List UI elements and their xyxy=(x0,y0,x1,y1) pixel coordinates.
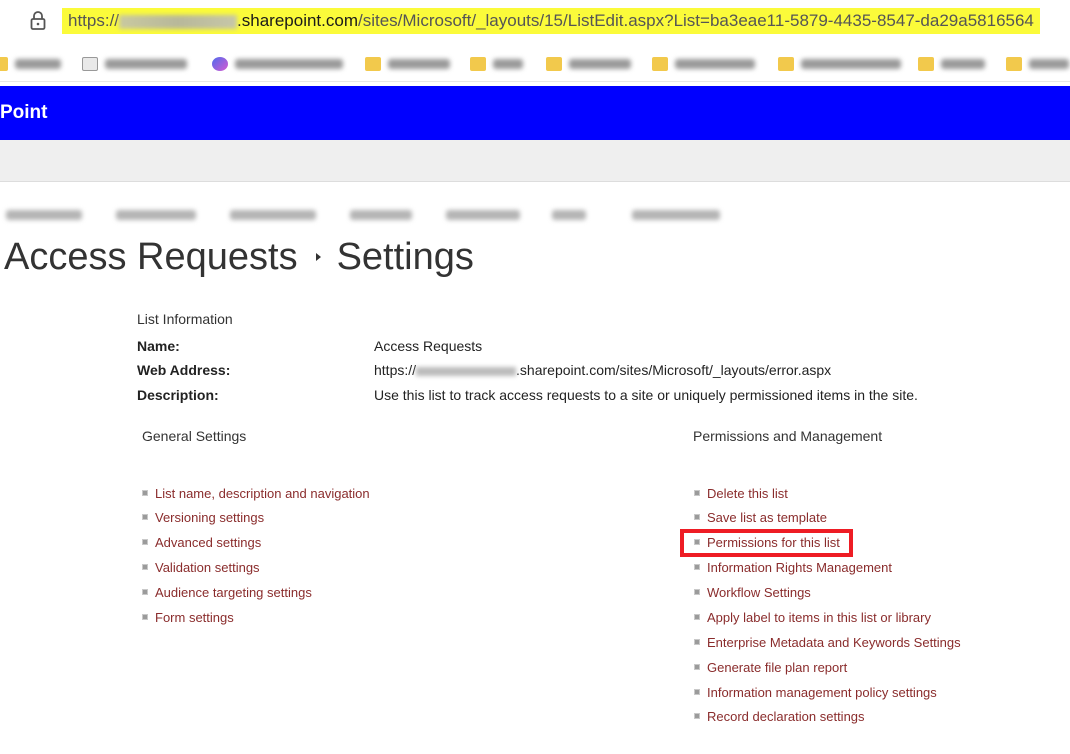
web-address-value: https://.sharepoint.com/sites/Microsoft/… xyxy=(374,362,832,378)
url-redacted xyxy=(416,366,517,376)
bullet-icon xyxy=(142,490,148,496)
edit-links-button[interactable] xyxy=(632,210,720,220)
form-settings-link[interactable]: Form settings xyxy=(142,608,234,626)
top-nav-item[interactable] xyxy=(552,210,586,220)
information-rights-link[interactable]: Information Rights Management xyxy=(694,558,892,576)
bookmark-item[interactable] xyxy=(778,55,901,73)
description-value: Use this list to track access requests t… xyxy=(374,387,918,403)
web-address-label: Web Address: xyxy=(137,362,231,378)
bullet-icon xyxy=(694,639,700,645)
information-management-policy-link[interactable]: Information management policy settings xyxy=(694,683,937,701)
bullet-icon xyxy=(142,564,148,570)
advanced-settings-link[interactable]: Advanced settings xyxy=(142,533,261,551)
top-nav-item[interactable] xyxy=(6,210,82,220)
bookmark-item[interactable] xyxy=(212,55,343,73)
bookmark-item[interactable] xyxy=(918,55,985,73)
validation-settings-link[interactable]: Validation settings xyxy=(142,558,260,576)
bullet-icon xyxy=(694,713,700,719)
bullet-icon xyxy=(694,514,700,520)
lock-icon[interactable] xyxy=(29,10,47,30)
name-label: Name: xyxy=(137,338,180,354)
folder-icon xyxy=(546,57,562,71)
folder-icon xyxy=(1006,57,1022,71)
bullet-icon xyxy=(142,514,148,520)
bullet-icon xyxy=(694,589,700,595)
versioning-settings-link[interactable]: Versioning settings xyxy=(142,508,264,526)
page-title: Access Requests Settings xyxy=(4,233,474,281)
bullet-icon xyxy=(694,689,700,695)
top-nav-item[interactable] xyxy=(116,210,196,220)
apply-label-link[interactable]: Apply label to items in this list or lib… xyxy=(694,608,931,626)
folder-icon xyxy=(0,57,8,71)
bookmark-item[interactable] xyxy=(0,55,61,73)
top-nav-item[interactable] xyxy=(230,210,316,220)
permissions-management-heading: Permissions and Management xyxy=(693,428,883,444)
folder-icon xyxy=(918,57,934,71)
bullet-icon xyxy=(694,614,700,620)
save-as-template-link[interactable]: Save list as template xyxy=(694,508,827,526)
url-redacted xyxy=(119,14,238,29)
record-declaration-link[interactable]: Record declaration settings xyxy=(694,707,865,725)
name-value: Access Requests xyxy=(374,338,483,354)
workflow-settings-link[interactable]: Workflow Settings xyxy=(694,583,811,601)
bookmark-item[interactable] xyxy=(652,55,755,73)
bullet-icon xyxy=(142,614,148,620)
top-nav-item[interactable] xyxy=(446,210,520,220)
list-name-link[interactable]: List name, description and navigation xyxy=(142,484,370,502)
folder-icon xyxy=(652,57,668,71)
folder-icon xyxy=(365,57,381,71)
breadcrumb-parent[interactable]: Access Requests xyxy=(4,236,298,279)
list-information-heading: List Information xyxy=(137,311,233,327)
bullet-icon xyxy=(694,490,700,496)
suite-bar: Point xyxy=(0,86,1070,140)
page-icon xyxy=(82,57,98,71)
bookmark-item[interactable] xyxy=(546,55,631,73)
folder-icon xyxy=(470,57,486,71)
highlight-box xyxy=(680,529,853,557)
bookmark-item[interactable] xyxy=(1006,55,1069,73)
description-label: Description: xyxy=(137,387,219,403)
ribbon-bar xyxy=(0,140,1070,182)
microsoft-icon xyxy=(212,57,228,71)
audience-targeting-link[interactable]: Audience targeting settings xyxy=(142,583,312,601)
enterprise-metadata-link[interactable]: Enterprise Metadata and Keywords Setting… xyxy=(694,633,961,651)
bullet-icon xyxy=(142,589,148,595)
breadcrumb-arrow-icon xyxy=(315,253,321,261)
top-nav-item[interactable] xyxy=(350,210,412,220)
breadcrumb-current: Settings xyxy=(336,235,474,278)
url-field[interactable]: https://.sharepoint.com/sites/Microsoft/… xyxy=(62,8,1040,34)
bookmark-item[interactable] xyxy=(470,55,523,73)
folder-icon xyxy=(778,57,794,71)
file-plan-report-link[interactable]: Generate file plan report xyxy=(694,658,847,676)
bookmarks-bar xyxy=(0,44,1070,82)
app-title[interactable]: Point xyxy=(0,101,48,125)
general-settings-heading: General Settings xyxy=(142,428,247,444)
delete-list-link[interactable]: Delete this list xyxy=(694,484,788,502)
bullet-icon xyxy=(142,539,148,545)
address-bar[interactable]: https://.sharepoint.com/sites/Microsoft/… xyxy=(0,0,1070,42)
bullet-icon xyxy=(694,664,700,670)
bookmark-item[interactable] xyxy=(82,55,187,73)
bullet-icon xyxy=(694,564,700,570)
bookmark-item[interactable] xyxy=(365,55,450,73)
